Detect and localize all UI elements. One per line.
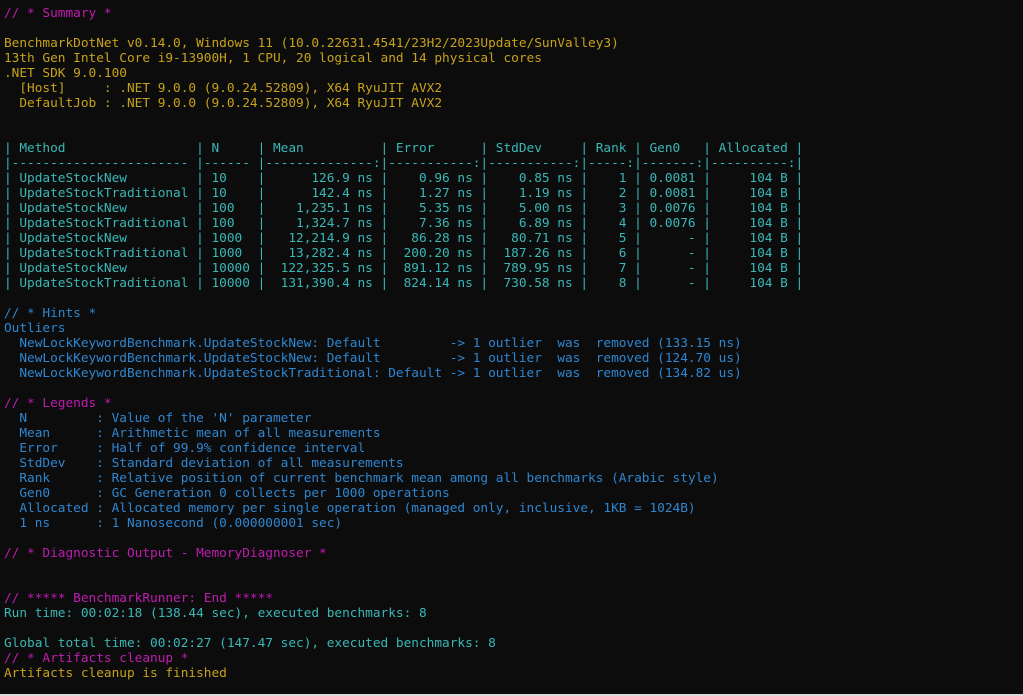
table-row: | UpdateStockTraditional | 10000 | 131,3… [4,276,804,291]
table-separator: |----------------------- |------ |------… [4,156,804,171]
legend-item: Allocated : Allocated memory per single … [4,501,696,516]
results-table: | Method | N | Mean | Error | StdDev | R… [4,141,1023,291]
hints-title: Outliers [4,321,66,336]
table-row: | UpdateStockTraditional | 100 | 1,324.7… [4,216,804,231]
legends-list: N : Value of the 'N' parameter Mean : Ar… [4,411,1023,531]
table-row: | UpdateStockTraditional | 1000 | 13,282… [4,246,804,261]
legend-item: StdDev : Standard deviation of all measu… [4,456,404,471]
summary-header: // * Summary * [4,6,112,21]
legend-item: Rank : Relative position of current benc… [4,471,719,486]
hint-line: NewLockKeywordBenchmark.UpdateStockNew: … [4,351,742,366]
legend-item: N : Value of the 'N' parameter [4,411,312,426]
env-line: [Host] : .NET 9.0.0 (9.0.24.52809), X64 … [4,81,443,96]
diagnostic-header: // * Diagnostic Output - MemoryDiagnoser… [4,546,327,561]
terminal-output[interactable]: // * Summary * BenchmarkDotNet v0.14.0, … [0,0,1023,681]
hint-line: NewLockKeywordBenchmark.UpdateStockTradi… [4,366,742,381]
table-body: | UpdateStockNew | 10 | 126.9 ns | 0.96 … [4,171,1023,291]
env-line: .NET SDK 9.0.100 [4,66,127,81]
hint-line: NewLockKeywordBenchmark.UpdateStockNew: … [4,336,742,351]
runner-end-header: // ***** BenchmarkRunner: End ***** [4,591,273,606]
artifacts-header: // * Artifacts cleanup * [4,651,189,666]
artifacts-status: Artifacts cleanup is finished [4,666,227,681]
table-row: | UpdateStockNew | 1000 | 12,214.9 ns | … [4,231,804,246]
legend-item: Error : Half of 99.9% confidence interva… [4,441,366,456]
run-time-line: Run time: 00:02:18 (138.44 sec), execute… [4,606,427,621]
env-line: BenchmarkDotNet v0.14.0, Windows 11 (10.… [4,36,619,51]
table-row: | UpdateStockNew | 100 | 1,235.1 ns | 5.… [4,201,804,216]
env-line: 13th Gen Intel Core i9-13900H, 1 CPU, 20… [4,51,542,66]
legends-header: // * Legends * [4,396,112,411]
global-time-line: Global total time: 00:02:27 (147.47 sec)… [4,636,496,651]
legend-item: 1 ns : 1 Nanosecond (0.000000001 sec) [4,516,343,531]
table-row: | UpdateStockNew | 10000 | 122,325.5 ns … [4,261,804,276]
legend-item: Gen0 : GC Generation 0 collects per 1000… [4,486,450,501]
hints-header: // * Hints * [4,306,97,321]
table-row: | UpdateStockTraditional | 10 | 142.4 ns… [4,186,804,201]
env-line: DefaultJob : .NET 9.0.0 (9.0.24.52809), … [4,96,443,111]
table-row: | UpdateStockNew | 10 | 126.9 ns | 0.96 … [4,171,804,186]
legend-item: Mean : Arithmetic mean of all measuremen… [4,426,381,441]
table-header-row: | Method | N | Mean | Error | StdDev | R… [4,141,804,156]
